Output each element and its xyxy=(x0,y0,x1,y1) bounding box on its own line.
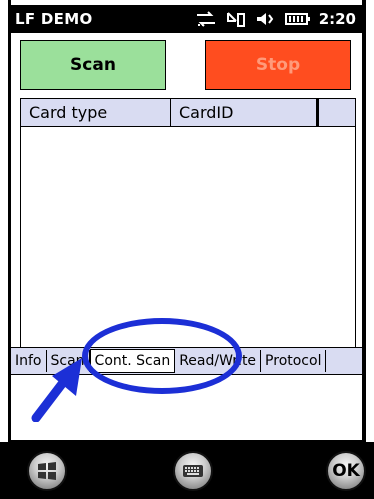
app-title: LF DEMO xyxy=(15,10,93,28)
column-card-type[interactable]: Card type xyxy=(21,99,171,126)
keyboard-icon xyxy=(183,465,203,477)
battery-icon xyxy=(284,13,310,25)
highlight-ellipse xyxy=(82,318,242,394)
card-list[interactable]: Card type CardID xyxy=(20,98,356,353)
column-card-id[interactable]: CardID xyxy=(171,99,317,126)
scan-button[interactable]: Scan xyxy=(20,40,166,90)
status-icons: 2:20 xyxy=(195,10,356,28)
volume-icon xyxy=(256,13,273,25)
clock: 2:20 xyxy=(318,10,356,28)
status-bar: LF DEMO 2:20 xyxy=(11,5,362,33)
tab-protocol[interactable]: Protocol xyxy=(261,350,327,372)
stop-button[interactable]: Stop xyxy=(205,40,351,90)
pointer-arrow-icon xyxy=(31,358,82,422)
list-header: Card type CardID xyxy=(21,99,355,127)
ok-button[interactable]: OK xyxy=(326,451,366,491)
start-button[interactable] xyxy=(27,451,67,491)
windows-logo-icon xyxy=(38,462,56,480)
connectivity-icon xyxy=(196,11,215,27)
column-extra[interactable] xyxy=(317,99,355,126)
keyboard-button[interactable] xyxy=(173,451,213,491)
signal-icon xyxy=(226,12,245,27)
